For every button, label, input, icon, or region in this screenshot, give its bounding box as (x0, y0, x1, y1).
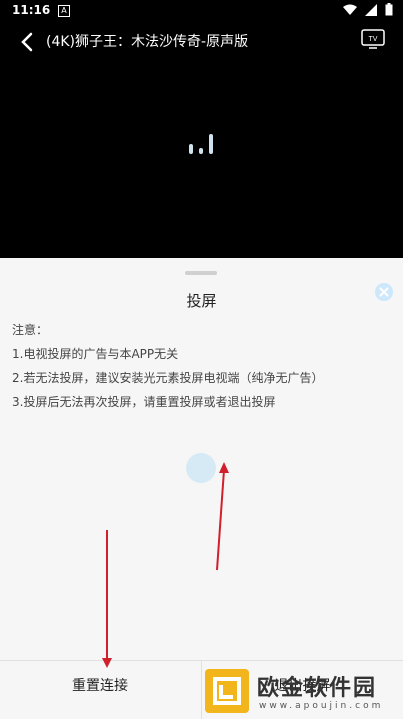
watermark-url: www.apoujin.com (259, 701, 384, 711)
watermark-text: 欧金软件园 (257, 676, 378, 701)
arrow-line-up (216, 469, 225, 571)
watermark: 欧金软件园 www.apoujin.com (205, 667, 400, 717)
arrow-head-down (102, 658, 112, 668)
annotation-arrows (102, 462, 229, 668)
arrow-head-up (219, 462, 229, 473)
watermark-logo-icon (205, 669, 249, 713)
